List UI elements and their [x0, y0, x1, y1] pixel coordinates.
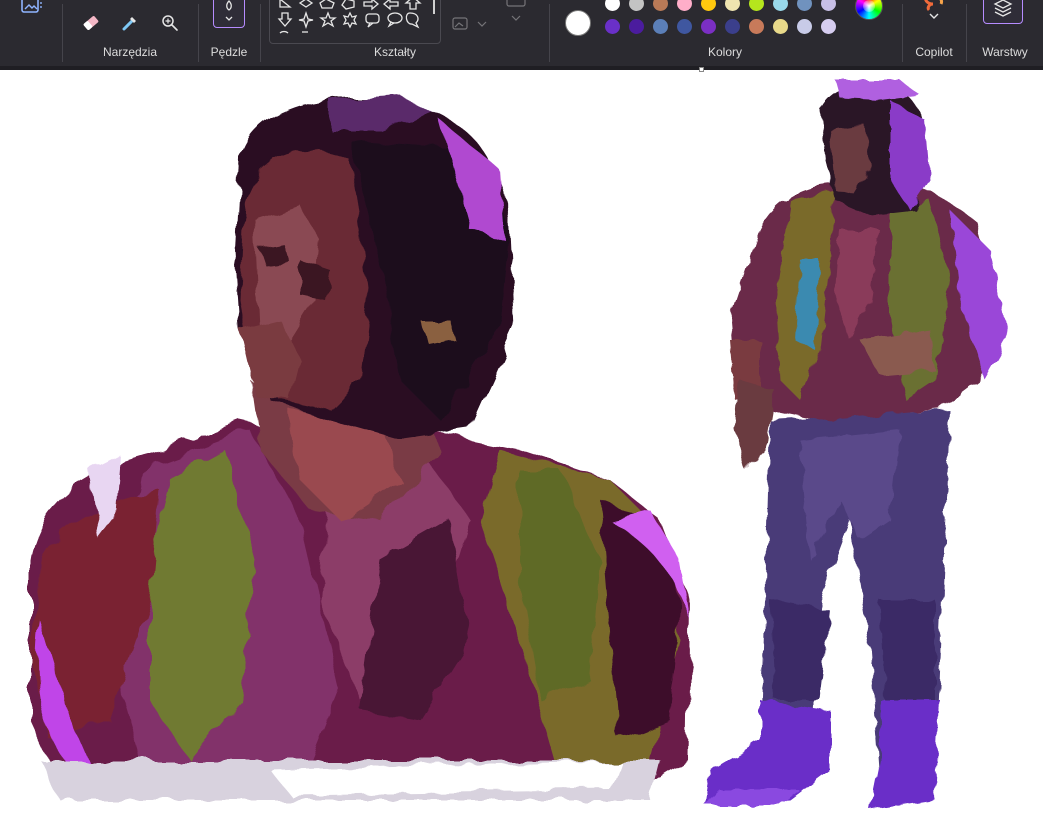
color-swatch[interactable]	[701, 0, 716, 11]
color-swatch[interactable]	[725, 19, 740, 34]
color-swatch[interactable]	[653, 0, 668, 11]
color-swatch[interactable]	[605, 0, 620, 11]
image-icon[interactable]	[20, 0, 46, 18]
image-group	[0, 0, 62, 66]
shapes-gallery	[269, 0, 441, 44]
copilot-icon[interactable]	[921, 0, 947, 24]
custom-color-wheel[interactable]	[855, 0, 883, 20]
shape-fill-icon	[506, 0, 526, 21]
current-color-swatch[interactable]	[565, 10, 591, 36]
color-swatch[interactable]	[797, 19, 812, 34]
color-swatch[interactable]	[773, 19, 788, 34]
drawing-canvas[interactable]	[0, 70, 1043, 818]
shape-fill-button[interactable]	[501, 0, 531, 34]
brush-icon	[225, 0, 233, 21]
eraser-icon[interactable]	[81, 13, 101, 33]
layers-label: Warstwy	[982, 45, 1028, 59]
layers-icon	[993, 0, 1013, 17]
shapes-gallery-icons	[277, 0, 422, 34]
color-swatch[interactable]	[773, 0, 788, 11]
color-swatch[interactable]	[629, 19, 644, 34]
layers-button[interactable]	[983, 0, 1023, 24]
color-swatch[interactable]	[821, 0, 836, 11]
color-swatch[interactable]	[749, 19, 764, 34]
color-swatch[interactable]	[749, 0, 764, 11]
layers-group: Warstwy	[967, 0, 1043, 66]
color-swatch[interactable]	[605, 19, 620, 34]
color-swatch[interactable]	[677, 0, 692, 11]
color-swatch[interactable]	[677, 19, 692, 34]
tools-group: Narzędzia	[63, 0, 197, 66]
colors-group: Kolory	[550, 0, 900, 66]
color-swatch[interactable]	[797, 0, 812, 11]
color-picker-icon[interactable]	[120, 13, 140, 33]
shape-outline-icon	[452, 17, 487, 30]
brush-button[interactable]	[213, 0, 245, 28]
shapes-group: Kształty	[261, 0, 549, 66]
color-swatch[interactable]	[701, 19, 716, 34]
digital-painting	[30, 80, 1008, 810]
tools-label: Narzędzia	[102, 45, 158, 59]
copilot-group[interactable]: Copilot	[903, 0, 965, 66]
color-swatch[interactable]	[821, 19, 836, 34]
color-swatch[interactable]	[725, 0, 740, 11]
copilot-label: Copilot	[915, 45, 953, 59]
magnifier-icon[interactable]	[160, 13, 180, 33]
color-swatch[interactable]	[629, 0, 644, 11]
shape-outline-button[interactable]	[451, 14, 493, 34]
shapes-label: Kształty	[373, 45, 416, 59]
colors-label: Kolory	[707, 45, 742, 59]
color-swatch[interactable]	[653, 19, 668, 34]
ribbon: Narzędzia Pędzle Kształty Kolory Copilot…	[0, 0, 1043, 66]
canvas-resize-handle[interactable]	[699, 67, 704, 72]
